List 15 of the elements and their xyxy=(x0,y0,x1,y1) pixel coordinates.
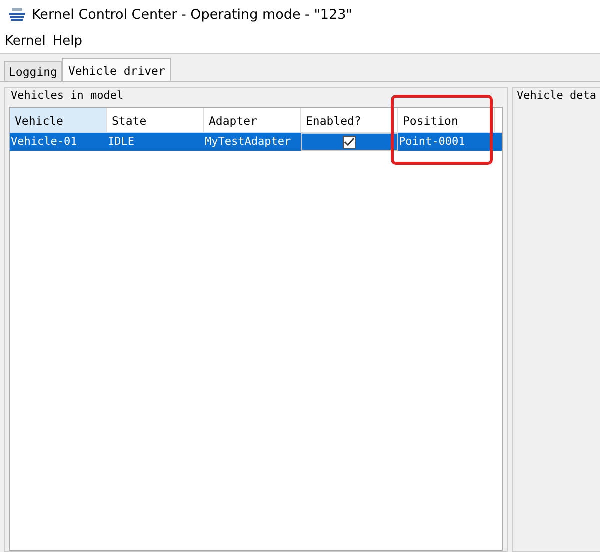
menu-item[interactable]: Help xyxy=(52,34,82,49)
table-cell-text: MyTestAdapter xyxy=(204,134,292,150)
app-logo-icon xyxy=(8,8,26,22)
menu-item[interactable]: Kernel xyxy=(5,34,46,49)
table-cell-text: Vehicle-01 xyxy=(10,134,78,150)
panel-title: Vehicle deta xyxy=(517,89,598,102)
tab[interactable]: Vehicle driver xyxy=(62,58,172,81)
table-cell-text: Point-0001 xyxy=(398,134,466,150)
tab[interactable]: Logging xyxy=(4,61,62,81)
window-title: Kernel Control Center - Operating mode - "123" xyxy=(32,7,352,23)
panel-title: Vehicles in model xyxy=(11,89,125,102)
checkbox[interactable] xyxy=(343,136,356,148)
table-cell-text: IDLE xyxy=(107,134,136,150)
column-header[interactable]: Vehicle xyxy=(10,108,107,132)
table-row[interactable]: Vehicle-01 IDLE MyTestAdapter Point-0001 xyxy=(10,133,502,151)
